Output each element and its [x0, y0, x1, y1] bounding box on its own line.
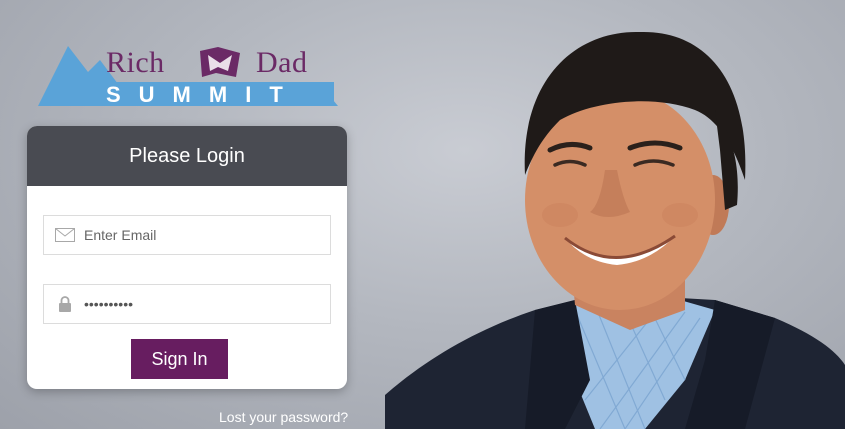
- speaker-photo: [385, 31, 845, 429]
- envelope-icon: [54, 227, 76, 243]
- password-input[interactable]: [84, 296, 304, 312]
- password-field[interactable]: [43, 284, 331, 324]
- login-card: Please Login Sign In: [27, 126, 347, 389]
- logo-word-rich: Rich: [106, 46, 165, 79]
- rich-dad-emblem-icon: [200, 47, 240, 77]
- sign-in-button[interactable]: Sign In: [131, 339, 228, 379]
- email-field[interactable]: [43, 215, 331, 255]
- logo-word-dad: Dad: [256, 46, 308, 79]
- lock-icon: [54, 296, 76, 312]
- email-input[interactable]: [84, 227, 304, 243]
- lost-password-link[interactable]: Lost your password?: [219, 409, 348, 425]
- rich-dad-summit-logo: Rich Dad SUMMIT: [38, 44, 338, 110]
- login-title: Please Login: [129, 144, 245, 167]
- logo-tagline: SUMMIT: [106, 82, 301, 107]
- login-header: Please Login: [27, 126, 347, 186]
